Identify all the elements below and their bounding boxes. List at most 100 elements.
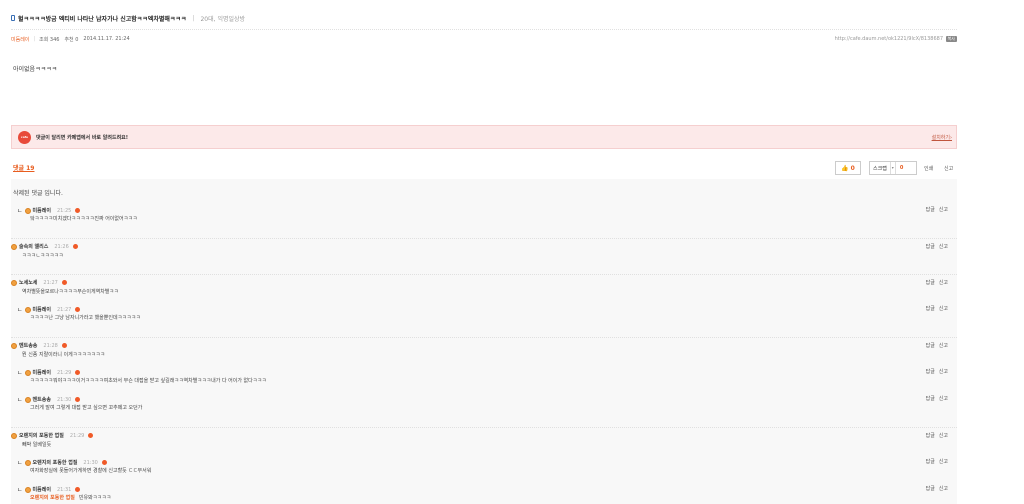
comment-text: 역차별뜻을모르나ㅋㅋㅋㅋ무슨이게역차별ㅋㅋ [22, 289, 119, 295]
reply-arrow-icon: ㄴ [17, 397, 23, 404]
post-author[interactable]: 미듬레이 [11, 36, 29, 43]
reply-arrow-icon: ㄴ [17, 307, 23, 314]
reply-button[interactable]: 답글 [926, 343, 935, 349]
print-link[interactable]: 인쇄 [924, 165, 933, 172]
comment-time: 21:26 [54, 243, 69, 250]
quoted-author[interactable]: 오렌지의 포동한 껍질 [30, 495, 75, 501]
reply-arrow-icon: ㄴ [17, 370, 23, 377]
report-button[interactable]: 신고 [939, 459, 948, 465]
report-link[interactable]: 신고 [944, 165, 953, 172]
comment-item: ㄴ 미듬레이 21:25 앜ㅋㅋㅋㅋ미치겠다ㅋㅋㅋㅋㅋ진짜 어이없어ㅋㅋㅋ 답글… [11, 202, 957, 228]
comment-time: 21:27 [56, 306, 72, 313]
report-button[interactable]: 신고 [939, 306, 948, 312]
report-button[interactable]: 신고 [939, 486, 948, 492]
comment-author[interactable]: 멘트송송 [33, 396, 51, 403]
reply-button[interactable]: 답글 [926, 396, 935, 402]
avatar [24, 369, 31, 376]
avatar [11, 342, 17, 349]
reply-button[interactable]: 답글 [926, 459, 935, 465]
reply-button[interactable]: 답글 [926, 244, 935, 250]
banner-text: 댓글이 달리면 카페앱에서 바로 알려드려요! [36, 134, 129, 141]
avatar [24, 486, 31, 493]
title-divider: | [192, 14, 195, 22]
comment-text: ㅋㅋㅋㄴㅋㅋㅋㅋㅋ [22, 253, 64, 259]
post-meta: 미듬레이 | 조회 346 추천 0 2014.11.17. 21:24 htt… [11, 35, 957, 43]
comment-item: 술속의 앨리스 21:26 ㅋㅋㅋㄴㅋㅋㅋㅋㅋ 답글 신고 [11, 238, 957, 264]
comment-author[interactable]: 노세노세 [19, 279, 37, 286]
comment-author[interactable]: 미듬레이 [33, 207, 51, 214]
comment-item: ㄴ 미듬레이 21:31 오렌지의 포동한 껍질 빈유봐ㅋㅋㅋㅋ 답글 신고 [11, 481, 957, 504]
avatar [24, 459, 31, 466]
comment-time: 21:25 [56, 207, 72, 214]
reply-arrow-icon: ㄴ [17, 460, 23, 467]
comment-text: ㅋㅋㅋㅋ난 그냥 남자니가라고 했을뿐인데ㅋㅋㅋㅋㅋ [30, 315, 141, 321]
scrap-button[interactable]: 스크랩 ▾ 0 [869, 161, 917, 175]
comment-item: ㄴ 오렌지의 포동한 껍질 21:30 여자화장실에 못들어가게하면 경찰에 신… [11, 454, 957, 480]
report-button[interactable]: 신고 [939, 396, 948, 402]
report-button[interactable]: 신고 [939, 280, 948, 286]
report-button[interactable]: 신고 [939, 244, 948, 250]
cafe-app-icon: cafe [18, 130, 31, 144]
comment-author[interactable]: 미듬레이 [33, 306, 51, 313]
like-count: 0 [850, 164, 855, 172]
comment-text: 여자화장실에 못들어가게하면 경찰에 신고할듯 ㄷㄷ무서워 [30, 468, 152, 474]
new-badge-icon [61, 343, 67, 348]
copy-url-button[interactable]: 복사 [945, 36, 957, 42]
comment-time: 21:31 [56, 486, 72, 493]
install-link[interactable]: 설치하기› [932, 134, 952, 141]
post-url[interactable]: http://cafe.daum.net/ok1221/9lcX/8138687 [835, 36, 943, 42]
reply-arrow-icon: ㄴ [17, 487, 23, 494]
meta-divider: | [33, 36, 36, 42]
post-body: 아이없음ㅋㅋㅋㅋ [13, 66, 58, 73]
title-divider-line [11, 29, 957, 30]
recommend-count: 추천 0 [64, 36, 79, 43]
comment-author[interactable]: 미듬레이 [33, 369, 51, 376]
comment-text: 앜ㅋㅋㅋㅋ미치겠다ㅋㅋㅋㅋㅋ진짜 어이없어ㅋㅋㅋ [30, 216, 138, 222]
like-button[interactable]: 👍 0 [835, 161, 861, 175]
new-badge-icon [75, 487, 81, 492]
reply-button[interactable]: 답글 [926, 306, 935, 312]
comment-author[interactable]: 오렌지의 포동한 껍질 [19, 432, 64, 439]
report-button[interactable]: 신고 [939, 369, 948, 375]
scrap-label: 스크랩 [873, 165, 887, 172]
reply-button[interactable]: 답글 [926, 207, 935, 213]
reply-button[interactable]: 답글 [926, 280, 935, 286]
comment-item: ㄴ 미듬레이 21:29 ㅋㅋㅋㅋㅋ뭐야ㅋㅋㅋ이거ㅋㅋㅋㅋ여초와서 무슨 대접을… [11, 364, 957, 390]
post-title[interactable]: 헐ㅋㅋㅋㅋ방금 엑티비 나타난 남자가나 신고함ㅋㅋ엑차별해ㅋㅋㅋ [18, 14, 186, 23]
avatar [11, 243, 17, 250]
reply-button[interactable]: 답글 [926, 486, 935, 492]
comment-item: 오렌지의 포동한 껍질 21:29 빼박 일베일듯 답글 신고 [11, 427, 957, 453]
app-promo-banner: cafe 댓글이 달리면 카페앱에서 바로 알려드려요! 설치하기› [11, 125, 957, 149]
comment-time: 21:30 [83, 459, 98, 466]
new-badge-icon [101, 460, 107, 465]
comment-time: 21:28 [43, 342, 58, 349]
new-badge-icon [75, 370, 81, 375]
new-badge-icon [75, 397, 81, 402]
comment-author[interactable]: 술속의 앨리스 [19, 243, 48, 250]
reply-button[interactable]: 답글 [926, 369, 935, 375]
post-date: 2014.11.17. 21:24 [83, 36, 130, 42]
report-button[interactable]: 신고 [939, 433, 948, 439]
report-button[interactable]: 신고 [939, 343, 948, 349]
new-badge-icon [72, 244, 78, 249]
new-badge-icon [75, 208, 81, 213]
avatar [24, 207, 31, 214]
comment-text: ㅋㅋㅋㅋㅋ뭐야ㅋㅋㅋ이거ㅋㅋㅋㅋ여초와서 무슨 대접을 받고 싶길래ㅋㅋ역차별ㅋ… [30, 378, 267, 384]
comment-author[interactable]: 오렌지의 포동한 껍질 [33, 459, 78, 466]
view-count: 조회 346 [39, 36, 60, 43]
comments-header: 댓글 19 👍 0 스크랩 ▾ 0 인쇄 신고 [11, 160, 957, 176]
comment-author[interactable]: 미듬레이 [33, 486, 51, 493]
comment-time: 21:29 [56, 369, 72, 376]
reply-button[interactable]: 답글 [926, 433, 935, 439]
board-name[interactable]: 20대, 익명일상방 [200, 14, 245, 23]
comment-item: ㄴ 멘트송송 21:30 그러게 말여 그렇게 대접 받고 싶으면 꼬추떼고 오… [11, 391, 957, 417]
new-badge-icon [61, 280, 67, 285]
comment-text: 빼박 일베일듯 [22, 442, 52, 448]
comment-text: 그러게 말여 그렇게 대접 받고 싶으면 꼬추떼고 오던가 [30, 405, 143, 411]
deleted-comment: 삭제된 댓글 입니다. [13, 190, 63, 197]
report-button[interactable]: 신고 [939, 207, 948, 213]
comment-author[interactable]: 멘트송송 [19, 342, 37, 349]
scrap-count: 0 [899, 165, 904, 171]
comment-text: 빈유봐ㅋㅋㅋㅋ [78, 495, 112, 501]
comment-count[interactable]: 댓글 19 [13, 163, 34, 172]
